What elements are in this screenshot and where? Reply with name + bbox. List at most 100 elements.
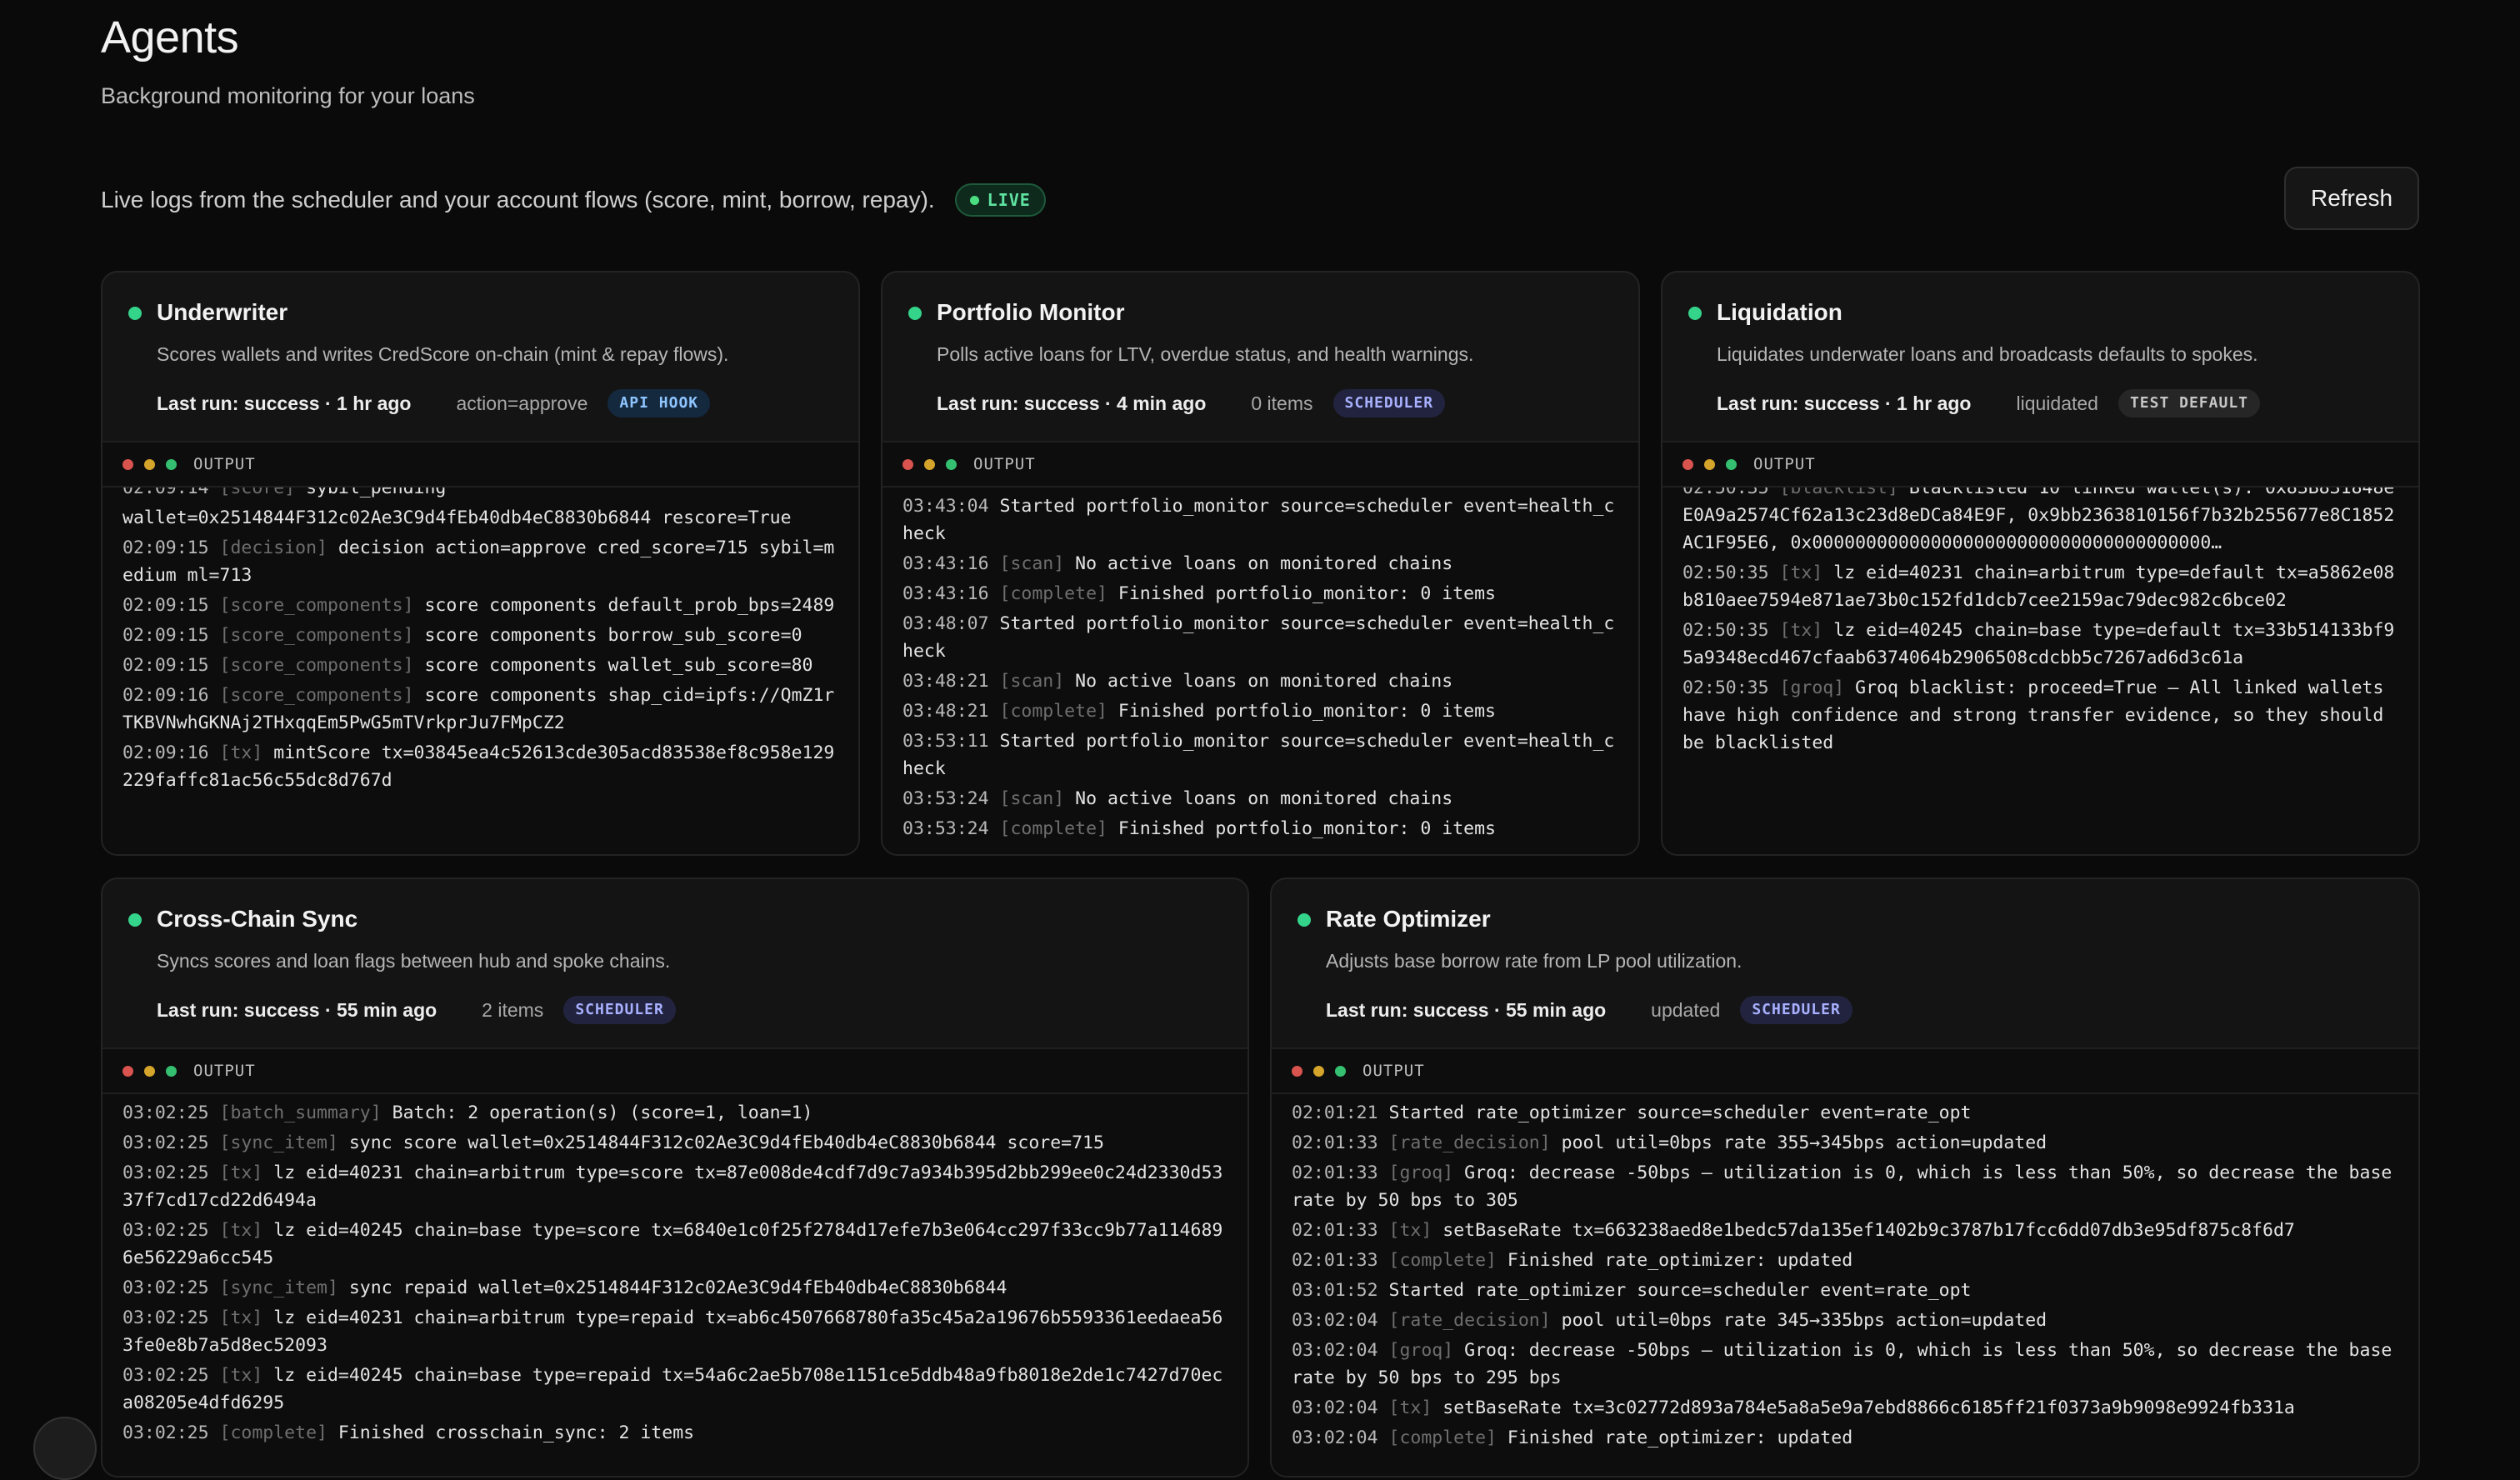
last-run-status: Last run: success · 55 min ago [157,998,438,1021]
log-line: 02:09:15 [score_components] score compon… [122,652,838,679]
log-timestamp: 02:09:16 [122,685,209,706]
output-header: OUTPUT [1662,441,2418,488]
log-kind: [score] [219,488,296,498]
log-line: 03:02:25 [sync_item] sync score wallet=0… [122,1129,1228,1157]
log-line: 02:09:15 [decision] decision action=appr… [122,534,838,589]
log-message: No active loans on monitored chains [1075,788,1453,809]
output-label: OUTPUT [193,455,256,473]
log-kind: [complete] [999,583,1108,604]
live-logs-intro: Live logs from the scheduler and your ac… [101,183,1046,217]
log-timestamp: 03:02:04 [1292,1340,1378,1361]
log-kind: [score_components] [219,595,414,616]
page-title: Agents [101,12,239,62]
output-log[interactable]: 02:50:35 [blacklist] Blacklisted 10 link… [1662,488,2418,854]
log-timestamp: 02:50:35 [1682,488,1769,498]
log-kind: [tx] [1388,1220,1432,1241]
agent-card-header: Portfolio Monitor Polls active loans for… [882,272,1638,441]
log-line: 03:48:07 Started portfolio_monitor sourc… [902,610,1618,665]
window-dot-yellow-icon [1313,1065,1324,1077]
log-message: lz eid=40231 chain=arbitrum type=repaid … [122,1308,1223,1356]
agent-description: Polls active loans for LTV, overdue stat… [937,343,1474,365]
window-dot-red-icon [122,458,133,470]
log-timestamp: 02:09:15 [122,538,209,558]
window-dot-green-icon [166,458,177,470]
window-dot-red-icon [1682,458,1693,470]
log-timestamp: 02:09:15 [122,655,209,676]
log-kind: [complete] [999,818,1108,839]
log-message: Finished portfolio_monitor: 0 items [1118,701,1496,722]
log-line: 03:53:11 Started portfolio_monitor sourc… [902,728,1618,782]
log-kind: [groq] [1388,1340,1454,1361]
log-kind: [groq] [1388,1162,1454,1183]
window-dot-green-icon [1335,1065,1346,1077]
trigger-tag: SCHEDULER [1332,389,1446,418]
log-kind: [score_components] [219,685,414,706]
log-timestamp: 03:02:25 [122,1162,209,1183]
agent-meta: Last run: success · 55 min ago updated S… [1326,993,1852,1027]
log-message: Finished portfolio_monitor: 0 items [1118,583,1496,604]
log-message: lz eid=40245 chain=base type=score tx=68… [122,1220,1223,1268]
log-timestamp: 03:02:04 [1292,1428,1378,1448]
log-line: 03:02:25 [tx] lz eid=40231 chain=arbitru… [122,1159,1228,1214]
output-log[interactable]: 02:09:14 [score] sybil_pending wallet=0x2… [102,488,858,854]
log-line: 03:02:25 [sync_item] sync repaid wallet=… [122,1274,1228,1302]
log-timestamp: 03:02:25 [122,1132,209,1153]
log-timestamp: 03:02:04 [1292,1310,1378,1331]
floating-action-button[interactable] [33,1417,97,1480]
log-line: 03:02:25 [tx] lz eid=40245 chain=base ty… [122,1217,1228,1272]
agent-card-header: Rate Optimizer Adjusts base borrow rate … [1272,879,2418,1048]
log-kind: [complete] [1388,1428,1497,1448]
log-line: 02:09:15 [score_components] score compon… [122,622,838,649]
log-message: Finished rate_optimizer: updated [1507,1428,1853,1448]
log-line: 02:09:14 [score] sybil_pending [122,488,838,502]
log-timestamp: 02:50:35 [1682,562,1769,583]
log-message: sync score wallet=0x2514844F312c02Ae3C9d… [348,1132,1104,1153]
output-log[interactable]: 03:02:25 [batch_summary] Batch: 2 operat… [102,1094,1248,1476]
last-run-status: Last run: success · 1 hr ago [1717,392,1972,414]
log-kind: [tx] [1388,1398,1432,1418]
window-dot-red-icon [902,458,913,470]
status-dot-icon [908,307,922,320]
log-timestamp: 02:50:35 [1682,678,1769,698]
log-timestamp: 02:09:16 [122,742,209,763]
log-kind: [score_components] [219,655,414,676]
log-message: lz eid=40245 chain=base type=repaid tx=5… [122,1365,1223,1413]
agent-card-header: Liquidation Liquidates underwater loans … [1662,272,2418,441]
refresh-button[interactable]: Refresh [2284,167,2419,230]
log-message: Finished portfolio_monitor: 0 items [1118,818,1496,839]
live-badge: LIVE [954,183,1046,217]
output-log-content: 02:01:21 Started rate_optimizer source=s… [1292,1099,2398,1452]
log-line: 03:53:24 [complete] Finished portfolio_m… [902,815,1618,842]
log-kind: [rate_decision] [1388,1132,1551,1153]
output-log[interactable]: 02:01:21 Started rate_optimizer source=s… [1272,1094,2418,1476]
log-timestamp: 03:53:11 [902,731,989,752]
log-line: 02:01:21 Started rate_optimizer source=s… [1292,1099,2398,1127]
log-message: score components borrow_sub_score=0 [424,625,802,646]
trigger-tag: SCHEDULER [563,996,676,1024]
log-timestamp: 02:01:33 [1292,1220,1378,1241]
log-kind: [scan] [999,553,1065,574]
log-message: pool util=0bps rate 345→335bps action=up… [1561,1310,2048,1331]
output-log-content: 02:09:14 [score] sybil_pending wallet=0x2… [122,488,838,794]
log-kind: [tx] [219,1308,263,1328]
log-message: Batch: 2 operation(s) (score=1, loan=1) [392,1102,813,1123]
log-line: 02:01:33 [complete] Finished rate_optimi… [1292,1247,2398,1274]
log-message: Started portfolio_monitor source=schedul… [902,613,1615,662]
log-kind: [decision] [219,538,328,558]
log-kind: [scan] [999,671,1065,692]
log-line: 03:02:04 [complete] Finished rate_optimi… [1292,1424,2398,1452]
last-run-detail: 0 items [1251,392,1313,414]
output-log[interactable]: 03:43:04 Started portfolio_monitor sourc… [882,488,1638,854]
log-kind: [tx] [219,1220,263,1241]
live-label: LIVE [987,190,1031,210]
log-message: Groq: decrease -50bps — utilization is 0… [1292,1340,2392,1388]
log-timestamp: 03:43:16 [902,553,989,574]
log-timestamp: 03:02:25 [122,1220,209,1241]
agent-name: Portfolio Monitor [937,299,1125,325]
agent-card-liquidation: Liquidation Liquidates underwater loans … [1661,271,2420,856]
log-timestamp: 03:02:25 [122,1365,209,1386]
log-line: 02:50:35 [blacklist] Blacklisted 10 link… [1682,488,2398,557]
log-line: 02:09:15 [score_components] score compon… [122,592,838,619]
window-dot-green-icon [1726,458,1737,470]
status-dot-icon [128,307,142,320]
